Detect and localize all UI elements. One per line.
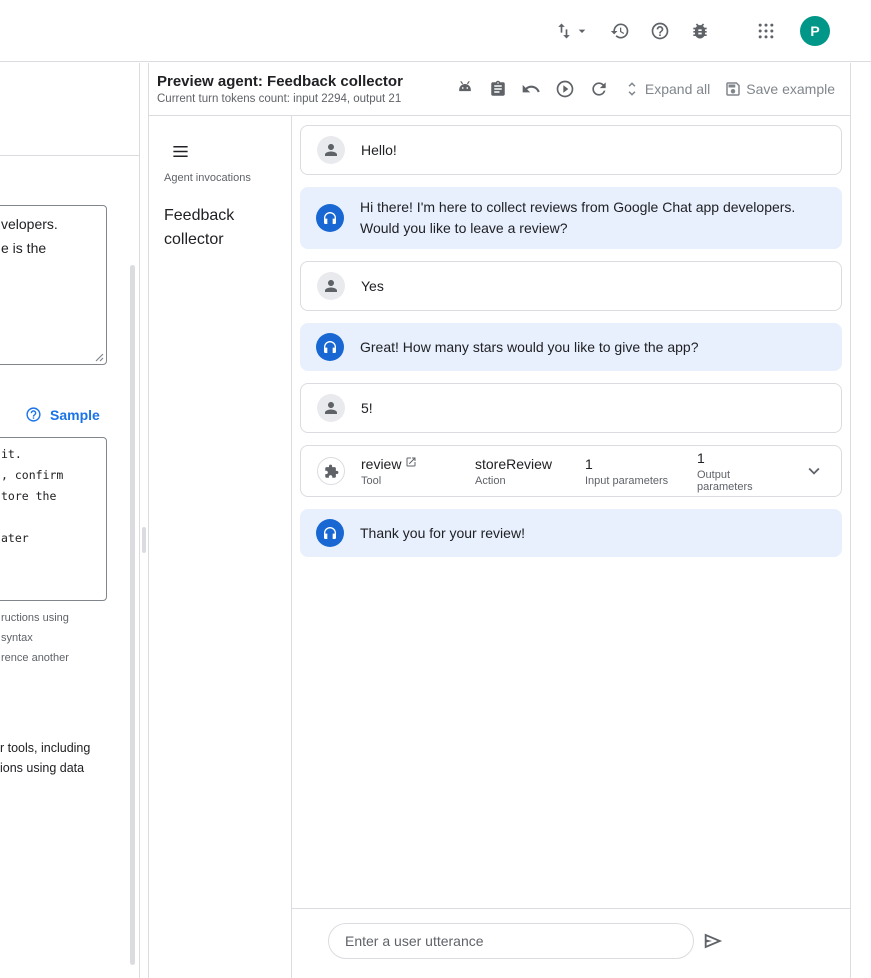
tool-action-label: Action [475,475,569,487]
textarea-line: velopers. [1,212,98,236]
refresh-icon [589,79,609,99]
nav-item-feedback-collector[interactable]: Feedback collector [164,204,269,252]
instructions-textarea[interactable]: it. , confirm tore the ater [0,437,107,601]
goal-textarea[interactable]: velopers. e is the [0,205,107,365]
chat-message-user: Yes [300,261,842,311]
send-icon [702,930,724,952]
bug-report-icon [690,21,710,41]
tool-action: storeReview [475,456,569,472]
tool-invocation-row: review Tool storeReview Action 1 Inp [300,445,842,497]
conversation-panel: Hello! Hi there! I'm here to collect rev… [291,116,850,978]
preview-header: Preview agent: Feedback collector Curren… [149,63,850,116]
tool-output-label: Output parameters [697,469,787,493]
android-agent-button[interactable] [455,79,475,99]
send-button[interactable] [702,930,724,952]
preview-titles: Preview agent: Feedback collector Curren… [157,73,403,105]
chevron-down-icon [803,460,825,482]
message-text: 5! [361,398,373,419]
agent-headset-icon [316,204,344,232]
account-avatar[interactable]: P [800,16,830,46]
tool-type-label: Tool [361,475,459,487]
apps-grid-button[interactable] [756,21,776,41]
agent-settings-panel: velopers. e is the Sample it. , confirm … [0,63,140,978]
tool-icon [317,457,345,485]
preview-title: Preview agent: Feedback collector [157,73,403,90]
preview-toolbar: Expand all Save example [455,79,835,99]
gutter-scrollbar[interactable] [142,527,146,553]
utterance-input[interactable] [328,923,694,959]
play-circle-icon [555,79,575,99]
agent-headset-icon [316,519,344,547]
tool-input-label: Input parameters [585,475,681,487]
textarea-line: e is the [1,236,98,260]
chat-message-user: 5! [300,383,842,433]
tool-input-count: 1 [585,456,681,472]
token-count-subtitle: Current turn tokens count: input 2294, o… [157,93,403,105]
user-avatar-icon [317,136,345,164]
tool-expand-button[interactable] [803,460,825,482]
android-icon [455,79,475,99]
hamburger-icon [171,142,190,161]
help-button[interactable] [650,21,670,41]
restart-button[interactable] [589,79,609,99]
sample-link[interactable]: Sample [25,406,100,423]
sample-link-label: Sample [50,407,100,423]
instructions-helper-text: ructions using syntax rence another [1,608,69,668]
chat-message-agent: Great! How many stars would you like to … [300,323,842,371]
message-text: Hello! [361,140,397,161]
chat-message-agent: Hi there! I'm here to collect reviews fr… [300,187,842,249]
user-avatar-icon [317,394,345,422]
panel-divider [0,155,139,156]
copy-transcript-button[interactable] [489,80,507,98]
tool-name-link[interactable]: review [361,456,459,472]
agent-invocations-nav: Agent invocations Feedback collector [149,116,291,978]
message-text: Hi there! I'm here to collect reviews fr… [360,197,826,239]
message-text: Thank you for your review! [360,523,525,544]
expand-all-button[interactable]: Expand all [623,80,710,98]
undo-icon [521,79,541,99]
code-line [1,507,98,528]
expand-all-label: Expand all [645,81,710,97]
dropdown-caret-icon [574,23,590,39]
left-panel-scrollbar[interactable] [130,265,135,965]
chat-message-agent: Thank you for your review! [300,509,842,557]
composer-bar [292,908,850,978]
token-sort-button[interactable] [554,21,590,41]
code-line: tore the [1,486,98,507]
resize-grip-icon[interactable] [94,352,104,362]
history-icon [610,21,630,41]
history-button[interactable] [610,21,630,41]
save-example-button[interactable]: Save example [724,80,835,98]
code-line: ater [1,528,98,549]
message-text: Yes [361,276,384,297]
message-text: Great! How many stars would you like to … [360,337,699,358]
top-app-bar: P [0,0,871,62]
tool-output-count: 1 [697,450,787,466]
help-circle-icon [25,406,42,423]
unfold-more-icon [623,80,641,98]
user-avatar-icon [317,272,345,300]
undo-button[interactable] [521,79,541,99]
agent-headset-icon [316,333,344,361]
code-line: , confirm [1,465,98,486]
menu-button[interactable] [171,142,190,161]
run-button[interactable] [555,79,575,99]
agent-invocations-label: Agent invocations [164,172,251,184]
chat-transcript: Hello! Hi there! I'm here to collect rev… [292,116,850,908]
bug-report-button[interactable] [690,21,710,41]
swap-vertical-icon [554,21,574,41]
preview-region: Preview agent: Feedback collector Curren… [148,63,851,978]
code-line: it. [1,444,98,465]
save-icon [724,80,742,98]
save-example-label: Save example [746,81,835,97]
open-in-new-icon [405,456,417,468]
chat-message-user: Hello! [300,125,842,175]
tool-name: review [361,456,401,472]
clipboard-icon [489,80,507,98]
apps-grid-icon [756,21,776,41]
tools-section-text: r tools, including ions using data [0,738,90,778]
help-icon [650,21,670,41]
